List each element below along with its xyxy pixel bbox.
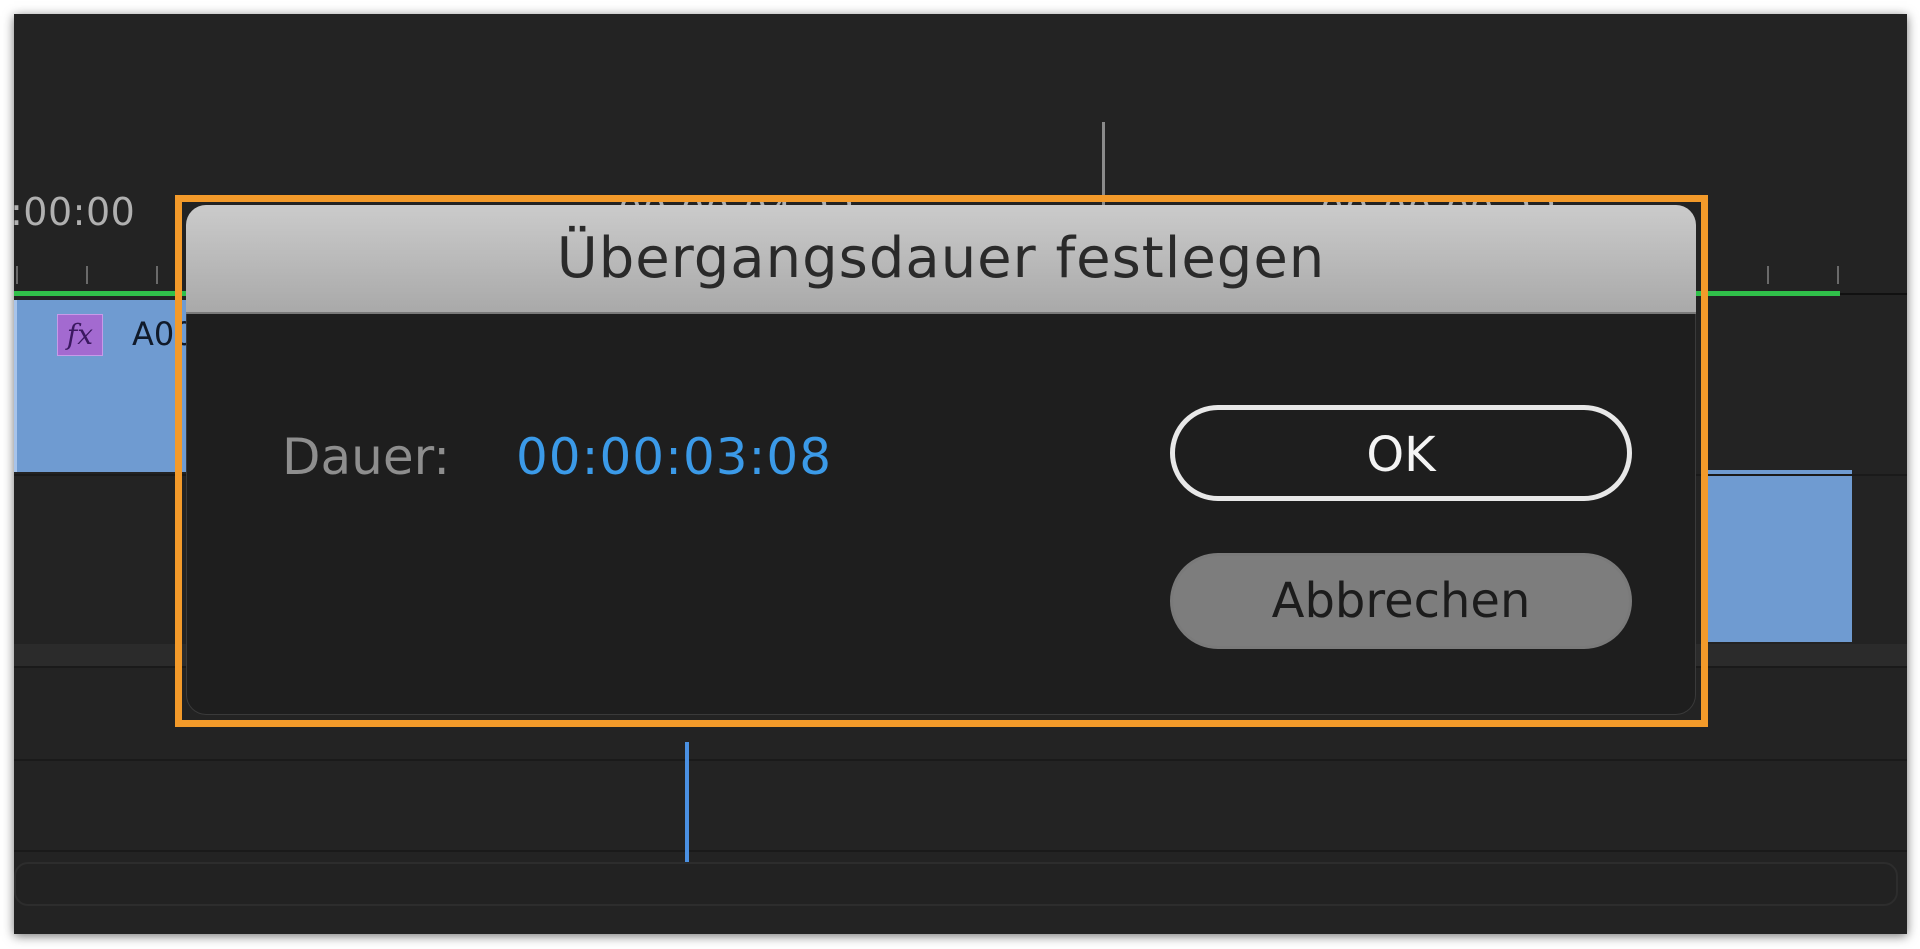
- transition-duration-dialog: Übergangsdauer festlegen Dauer: 00:00:03…: [186, 205, 1696, 715]
- dialog-titlebar[interactable]: Übergangsdauer festlegen: [186, 205, 1696, 314]
- ruler-tick: [86, 266, 88, 284]
- timeline-scrollbar[interactable]: [14, 862, 1898, 906]
- ruler-tick: [1837, 266, 1839, 284]
- cancel-button[interactable]: Abbrechen: [1170, 553, 1632, 649]
- fx-icon: fx: [57, 314, 103, 356]
- ok-button[interactable]: OK: [1170, 405, 1632, 501]
- ruler-timecode-start: :00:00: [14, 190, 136, 234]
- ruler-baseline: [1840, 293, 1907, 295]
- duration-label: Dauer:: [282, 428, 451, 486]
- track-divider: [14, 759, 1907, 761]
- ruler-tick: [156, 266, 158, 284]
- track-divider: [14, 850, 1907, 852]
- duration-timecode-field[interactable]: 00:00:03:08: [516, 427, 832, 487]
- video-clip-right[interactable]: [1704, 470, 1852, 642]
- edit-point-indicator: [685, 742, 689, 862]
- ruler-tick: [1767, 266, 1769, 284]
- ruler-tick: [16, 266, 18, 284]
- dialog-title: Übergangsdauer festlegen: [556, 226, 1326, 291]
